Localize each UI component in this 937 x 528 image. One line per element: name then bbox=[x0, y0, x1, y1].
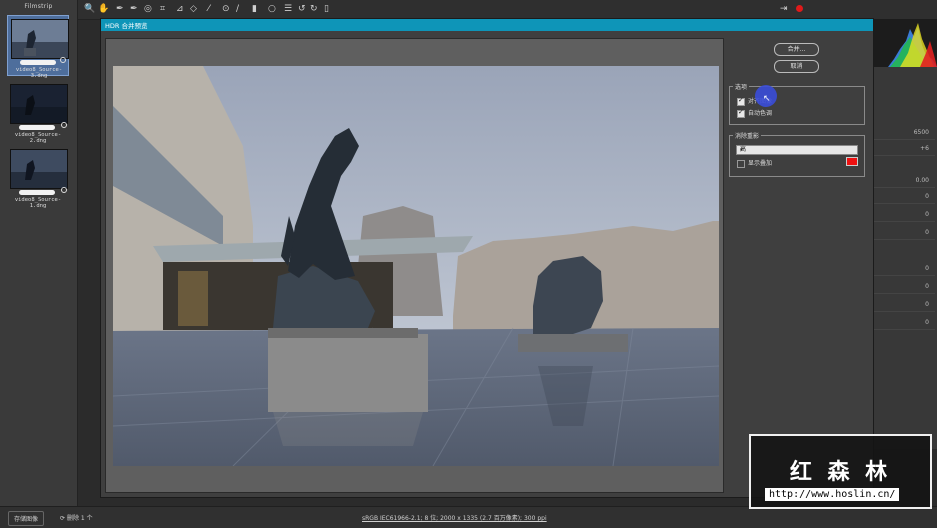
setting-row[interactable]: 0 bbox=[872, 191, 935, 204]
watermark-brand: 红 森 林 bbox=[789, 460, 892, 485]
setting-row[interactable]: +6 bbox=[872, 143, 935, 156]
zoom-icon[interactable]: 🔍 bbox=[84, 4, 95, 14]
transform-icon[interactable]: ◇ bbox=[190, 4, 197, 14]
filmstrip-item[interactable]: video8_Source-1.dng bbox=[7, 146, 69, 209]
hand-icon[interactable]: ✋ bbox=[98, 4, 109, 14]
badge-icon bbox=[60, 57, 66, 63]
deghost-legend: 消除重影 bbox=[733, 131, 762, 140]
rotate-left-icon[interactable]: ↺ bbox=[298, 4, 306, 14]
checkbox-unchecked-icon[interactable] bbox=[737, 159, 745, 168]
target-adjust-icon[interactable]: ◎ bbox=[144, 4, 152, 14]
options-legend: 选项 bbox=[733, 82, 750, 91]
clipping-warning-icon[interactable] bbox=[796, 5, 803, 12]
checkbox-checked-icon[interactable] bbox=[737, 108, 745, 118]
save-image-button[interactable]: 存储图像 bbox=[8, 511, 45, 526]
badge-icon bbox=[61, 187, 67, 193]
tool-bar: 🔍 ✋ ✒ ✒ ◎ ⌗ ⊿ ◇ ⁄ ⊙ ∕ ▮ ○ ☰ ↺ ↻ ▯ ⇥ bbox=[78, 0, 937, 20]
badge-icon bbox=[61, 122, 67, 128]
chevron-down-icon: ▾ bbox=[740, 147, 743, 153]
filmstrip-title: Filmstrip bbox=[24, 3, 53, 10]
dialog-titlebar: HDR 合并预览 bbox=[101, 19, 873, 31]
adjustments-panel: 6500 +6 0.00 0 0 0 0 0 0 0 bbox=[870, 19, 937, 449]
auto-tone-label: 自动色调 bbox=[748, 110, 773, 117]
color-sampler-icon[interactable]: ✒ bbox=[130, 4, 138, 14]
filmstrip-item-label: video8_Source-1.dng bbox=[14, 197, 62, 209]
thumbnail-image bbox=[10, 84, 68, 124]
thumbnail-image bbox=[10, 149, 68, 189]
export-icon[interactable]: ⇥ bbox=[780, 4, 788, 14]
setting-row[interactable]: 0 bbox=[872, 209, 935, 222]
workflow-options-link[interactable]: sRGB IEC61966-2.1; 8 位; 2000 x 1335 (2.7… bbox=[362, 513, 547, 522]
rating-bar bbox=[19, 190, 55, 195]
show-overlay-label: 显示叠加 bbox=[748, 160, 773, 167]
setting-row[interactable]: 0.00 bbox=[872, 175, 935, 188]
filmstrip-item[interactable]: video8_Source-3.dng bbox=[7, 15, 69, 79]
crop-icon[interactable]: ⌗ bbox=[160, 4, 165, 14]
white-balance-icon[interactable]: ✒ bbox=[116, 4, 124, 14]
hdr-preview-image bbox=[113, 66, 719, 466]
filmstrip-item-label: video8_Source-2.dng bbox=[14, 132, 62, 144]
filmstrip-panel: Filmstrip video8_Source-3.dng video8_Sou… bbox=[0, 0, 78, 506]
checkbox-checked-icon[interactable] bbox=[737, 96, 745, 106]
deghost-amount-select[interactable]: 高 ▾ bbox=[736, 145, 858, 155]
options-group: 选项 对齐图像 自动色调 bbox=[729, 82, 865, 125]
trash-icon[interactable]: ▯ bbox=[324, 4, 329, 14]
rating-bar bbox=[19, 125, 55, 130]
graduated-filter-icon[interactable]: ▮ bbox=[252, 4, 257, 14]
preview-area bbox=[105, 38, 724, 493]
overlay-color-swatch[interactable] bbox=[846, 157, 858, 166]
setting-row[interactable]: 0 bbox=[872, 317, 935, 330]
deghost-group: 消除重影 高 ▾ 显示叠加 bbox=[729, 131, 865, 177]
brush-icon[interactable]: ∕ bbox=[236, 4, 239, 14]
cancel-button[interactable]: 取消 bbox=[774, 60, 819, 73]
auto-tone-checkbox[interactable]: 自动色调 bbox=[737, 108, 772, 118]
filmstrip-item-label: video8_Source-3.dng bbox=[15, 67, 63, 79]
rotate-right-icon[interactable]: ↻ bbox=[310, 4, 318, 14]
dialog-title: HDR 合并预览 bbox=[105, 22, 148, 30]
radial-filter-icon[interactable]: ○ bbox=[268, 4, 276, 14]
setting-row[interactable]: 0 bbox=[872, 227, 935, 240]
mouse-pointer-icon: ↖ bbox=[763, 94, 771, 104]
red-eye-icon[interactable]: ⊙ bbox=[222, 4, 230, 14]
status-text: ⟳ 删除 1 个 bbox=[60, 515, 93, 522]
thumbnail-image bbox=[11, 19, 69, 59]
rating-bar bbox=[20, 60, 56, 65]
status-bar: 存储图像 ⟳ 删除 1 个 sRGB IEC61966-2.1; 8 位; 20… bbox=[0, 506, 937, 528]
list-icon[interactable]: ☰ bbox=[284, 4, 292, 14]
show-overlay-checkbox[interactable]: 显示叠加 bbox=[737, 158, 772, 168]
histogram bbox=[870, 19, 937, 67]
setting-row[interactable]: 0 bbox=[872, 281, 935, 294]
setting-row[interactable]: 6500 bbox=[872, 127, 935, 140]
filmstrip-item[interactable]: video8_Source-2.dng bbox=[7, 81, 69, 144]
straighten-icon[interactable]: ⊿ bbox=[176, 4, 184, 14]
setting-row[interactable]: 0 bbox=[872, 263, 935, 276]
watermark-url: http://www.hoslin.cn/ bbox=[765, 488, 900, 501]
merge-button[interactable]: 合并... bbox=[774, 43, 819, 56]
watermark-logo: 红 森 林 http://www.hoslin.cn/ bbox=[749, 434, 932, 509]
setting-row[interactable]: 0 bbox=[872, 299, 935, 312]
spot-removal-icon[interactable]: ⁄ bbox=[208, 4, 210, 14]
